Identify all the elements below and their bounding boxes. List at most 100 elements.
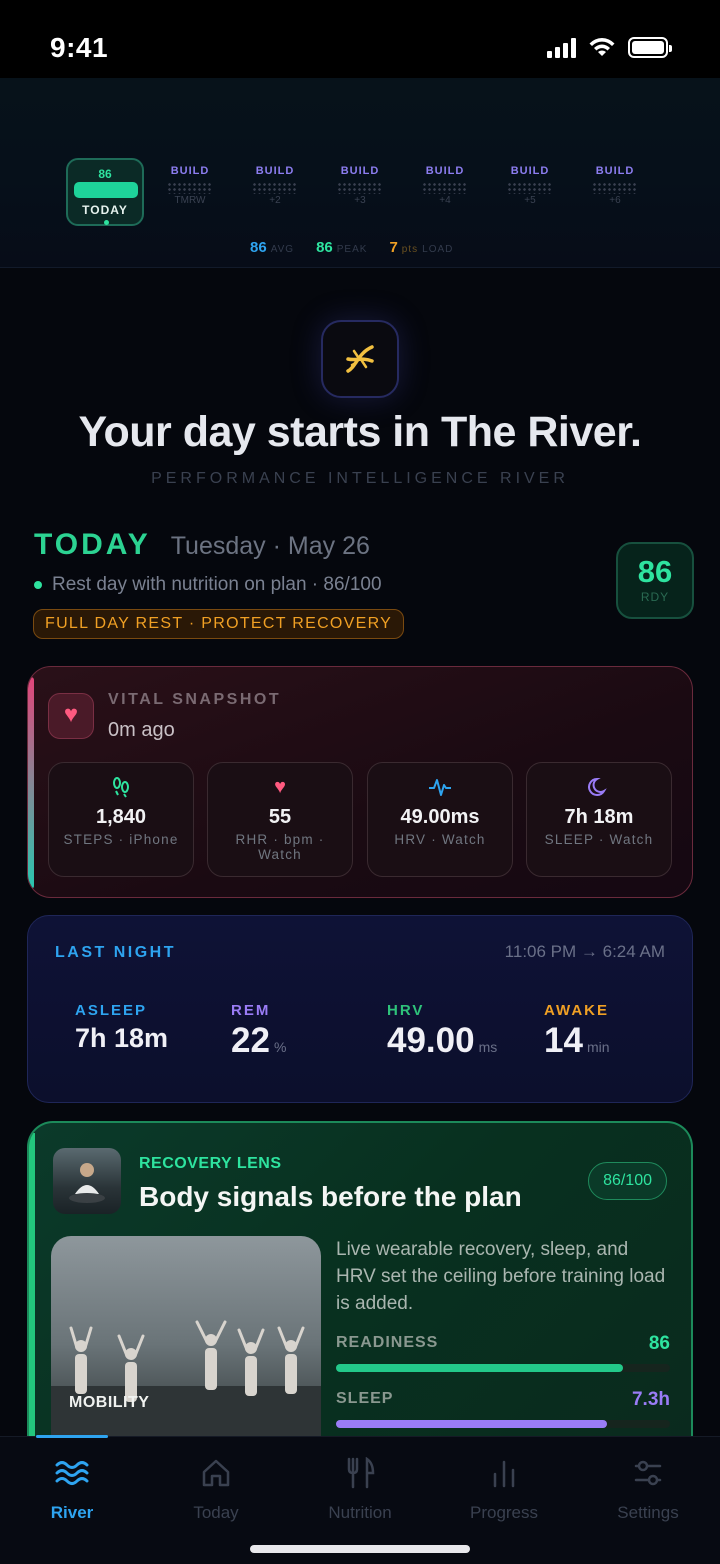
readiness-label: RDY xyxy=(640,590,670,604)
tile-value: 7h 18m xyxy=(564,806,634,828)
tile-value: 55 xyxy=(268,806,292,828)
wifi-icon xyxy=(589,37,615,56)
readiness-badge[interactable]: 86 RDY xyxy=(616,542,694,619)
metric-value: 49.00 ms xyxy=(387,1021,498,1060)
day-sub: +3 xyxy=(354,195,366,206)
day-chip-plus4[interactable]: BUILD +4 xyxy=(410,165,480,206)
day-tag: BUILD xyxy=(595,165,635,177)
metric-awake: AWAKE 14 min xyxy=(544,1002,610,1061)
active-tab-indicator xyxy=(36,1435,108,1438)
readiness-track xyxy=(336,1364,670,1372)
day-tag: BUILD xyxy=(170,165,210,177)
tile-source: RHR · bpm · Watch xyxy=(235,832,325,862)
card-accent-edge xyxy=(29,1133,35,1453)
recovery-row-sleep: SLEEP 7.3h xyxy=(336,1389,670,1428)
hero-title: Your day starts in The River. xyxy=(78,408,643,456)
day-chip-plus2[interactable]: BUILD +2 xyxy=(240,165,310,206)
day-tag: BUILD xyxy=(255,165,295,177)
fork-knife-icon xyxy=(300,1455,420,1491)
day-sub: +2 xyxy=(269,195,281,206)
dna-icon xyxy=(346,345,374,373)
heart-icon: ♥ xyxy=(63,701,79,728)
last-night-card[interactable]: LAST NIGHT 11:06 PM → 6:24 AM ASLEEP 7h … xyxy=(27,915,693,1103)
day-dots xyxy=(167,182,213,194)
vital-updated: 0m ago xyxy=(108,719,175,741)
tile-source: SLEEP · Watch xyxy=(544,832,654,847)
tile-value: 49.00ms xyxy=(400,806,480,828)
metric-value: 14 min xyxy=(544,1021,610,1060)
day-dots xyxy=(252,182,298,194)
tab-label: Settings xyxy=(617,1503,679,1522)
day-sub: +6 xyxy=(609,195,621,206)
footsteps-icon xyxy=(49,776,193,800)
day-tag: BUILD xyxy=(510,165,550,177)
day-sub: +4 xyxy=(439,195,451,206)
tab-river[interactable]: River xyxy=(12,1455,132,1523)
readiness-fill xyxy=(336,1364,624,1372)
row-label: READINESS xyxy=(336,1334,439,1351)
tab-progress[interactable]: Progress xyxy=(444,1455,564,1523)
tab-settings[interactable]: Settings xyxy=(588,1455,708,1523)
today-date: Tuesday · May 26 xyxy=(170,532,370,560)
mobility-photo[interactable]: MOBILITY xyxy=(51,1236,321,1461)
day-tag: BUILD xyxy=(425,165,465,177)
stat-load: 7 pts LOAD xyxy=(389,239,454,256)
day-chip-plus3[interactable]: BUILD +3 xyxy=(325,165,395,206)
metric-key: AWAKE xyxy=(544,1002,610,1019)
metric-key: ASLEEP xyxy=(75,1002,148,1019)
recovery-lens-card[interactable]: RECOVERY LENS Body signals before the pl… xyxy=(27,1121,693,1461)
today-summary-text: Rest day with nutrition on plan · 86/100 xyxy=(52,574,382,595)
moon-icon xyxy=(527,776,671,800)
tile-value: 1,840 xyxy=(95,806,147,828)
day-chip-plus6[interactable]: BUILD +6 xyxy=(580,165,650,206)
waves-icon xyxy=(12,1455,132,1491)
metric-key: REM xyxy=(231,1002,271,1019)
vital-tile-sleep[interactable]: 7h 18m SLEEP · Watch xyxy=(526,762,672,877)
rest-day-badge: FULL DAY REST · PROTECT RECOVERY xyxy=(33,609,405,639)
today-header: TODAY Tuesday · May 26 xyxy=(34,528,370,562)
battery-icon xyxy=(628,36,672,58)
status-dot xyxy=(34,581,42,589)
metric-key: HRV xyxy=(387,1002,425,1019)
status-time: 9:41 xyxy=(50,32,109,63)
tab-today[interactable]: Today xyxy=(156,1455,276,1523)
sleep-time-range: 11:06 PM → 6:24 AM xyxy=(504,942,665,961)
sliders-icon xyxy=(588,1455,708,1491)
hero-app-icon xyxy=(321,320,399,398)
today-label: TODAY xyxy=(82,203,128,217)
row-value: 86 xyxy=(648,1333,670,1354)
metric-rem: REM 22% xyxy=(231,1002,286,1061)
row-label: SLEEP xyxy=(336,1390,394,1407)
recovery-score-pill: 86/100 xyxy=(588,1162,667,1200)
metric-value: 22% xyxy=(231,1021,287,1060)
pulse-icon xyxy=(368,776,512,800)
today-score: 86 xyxy=(98,167,112,181)
tab-nutrition[interactable]: Nutrition xyxy=(300,1455,420,1523)
vital-tile-hrv[interactable]: 49.00ms HRV · Watch xyxy=(367,762,513,877)
meditation-thumbnail xyxy=(53,1148,121,1214)
hero-subtitle: PERFORMANCE INTELLIGENCE RIVER xyxy=(151,470,569,487)
vital-snapshot-card[interactable]: ♥ VITAL SNAPSHOT 0m ago 1,840 STEPS · iP… xyxy=(27,666,693,898)
day-tag: BUILD xyxy=(340,165,380,177)
signal-icon xyxy=(547,36,576,58)
recovery-category: RECOVERY LENS xyxy=(139,1155,282,1172)
day-chip-today[interactable]: 86 TODAY xyxy=(66,158,144,226)
today-summary: Rest day with nutrition on plan · 86/100 xyxy=(34,574,382,596)
day-dots xyxy=(337,182,383,194)
tile-source: STEPS · iPhone xyxy=(63,832,179,847)
recovery-description: Live wearable recovery, sleep, and HRV s… xyxy=(336,1239,666,1314)
today-score-bar xyxy=(74,182,138,198)
status-icons xyxy=(547,36,672,58)
today-dot xyxy=(104,220,109,225)
vital-tile-rhr[interactable]: ♥ 55 RHR · bpm · Watch xyxy=(207,762,353,877)
vital-tile-steps[interactable]: 1,840 STEPS · iPhone xyxy=(48,762,194,877)
day-dots xyxy=(422,182,468,194)
day-dots xyxy=(507,182,553,194)
day-chip-plus5[interactable]: BUILD +5 xyxy=(495,165,565,206)
home-indicator[interactable] xyxy=(250,1545,470,1553)
recovery-title: Body signals before the plan xyxy=(139,1181,522,1212)
tab-label: Today xyxy=(193,1503,239,1522)
vital-label: VITAL SNAPSHOT xyxy=(108,691,282,708)
heart-icon: ♥ xyxy=(274,776,286,798)
day-chip-tmrw[interactable]: BUILD TMRW xyxy=(155,165,225,206)
